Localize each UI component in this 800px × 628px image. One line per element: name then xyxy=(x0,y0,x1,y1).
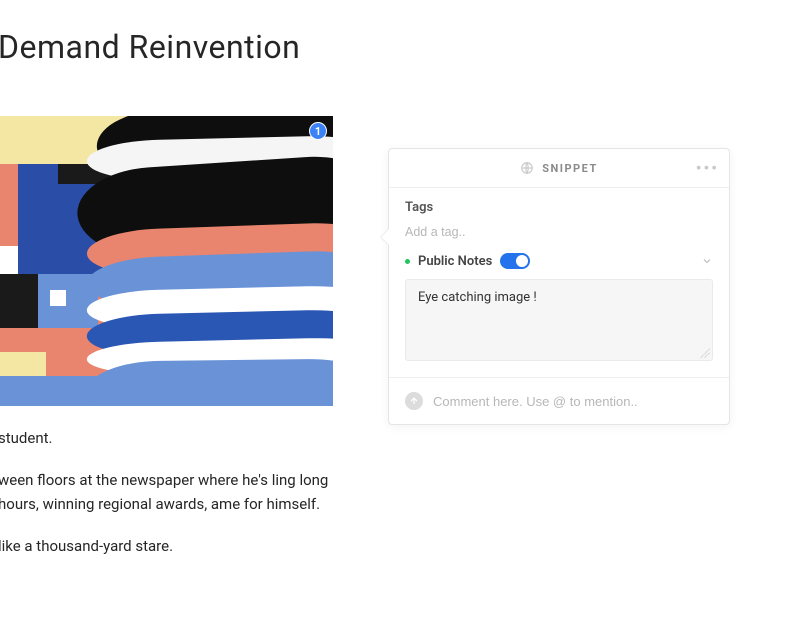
hero-image[interactable]: 1 xyxy=(0,116,333,406)
tags-input[interactable] xyxy=(405,223,713,249)
comment-input[interactable] xyxy=(433,394,713,409)
snippet-header-title: SNIPPET xyxy=(542,162,598,175)
chevron-down-icon[interactable] xyxy=(701,255,713,271)
article-body: student. ween floors at the newspaper wh… xyxy=(0,426,358,558)
status-dot xyxy=(405,259,410,264)
article-paragraph: like a thousand-yard stare. xyxy=(0,534,358,558)
note-text: Eye catching image ! xyxy=(418,290,537,305)
tags-label: Tags xyxy=(405,200,713,215)
snippet-menu-button[interactable]: ••• xyxy=(696,159,719,178)
article-paragraph: student. xyxy=(0,426,358,450)
arrow-up-icon[interactable] xyxy=(405,392,423,410)
annotation-count-badge[interactable]: 1 xyxy=(309,122,327,140)
snippet-pointer xyxy=(381,229,389,245)
public-notes-row: Public Notes xyxy=(405,249,713,279)
resize-handle[interactable] xyxy=(700,348,710,358)
snippet-panel: SNIPPET ••• Tags Public Notes Eye catchi… xyxy=(388,148,730,425)
snippet-header: SNIPPET ••• xyxy=(389,149,729,188)
article-title: Demand Reinvention xyxy=(0,28,800,66)
note-textarea[interactable]: Eye catching image ! xyxy=(405,279,713,361)
article-paragraph: ween floors at the newspaper where he's … xyxy=(0,468,358,516)
public-notes-toggle[interactable] xyxy=(500,253,530,269)
globe-icon xyxy=(520,161,534,175)
comment-row xyxy=(389,377,729,424)
public-notes-label: Public Notes xyxy=(418,254,492,269)
